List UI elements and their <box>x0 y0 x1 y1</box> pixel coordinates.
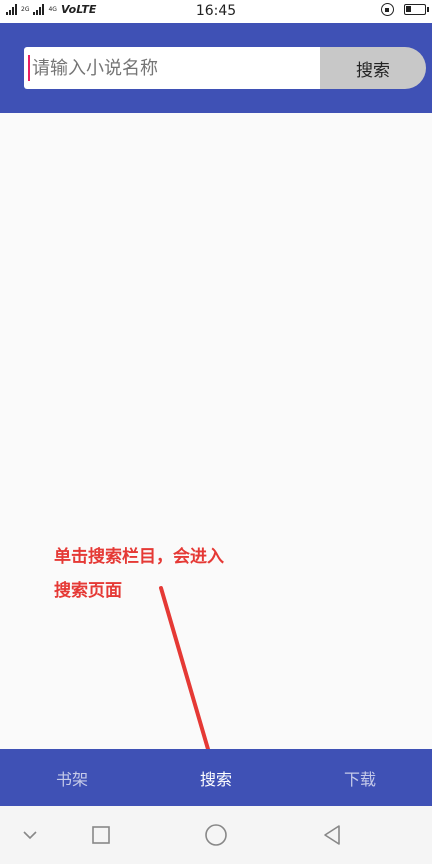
system-nav-bar <box>0 806 432 864</box>
annotation-text: 单击搜索栏目，会进入 搜索页面 <box>54 540 274 608</box>
search-input[interactable] <box>24 47 324 89</box>
recent-apps-button[interactable] <box>71 806 131 864</box>
battery-icon <box>404 4 429 15</box>
search-button[interactable]: 搜索 <box>320 47 426 89</box>
nav-item-download[interactable]: 下载 <box>288 749 432 806</box>
annotation-line-2: 搜索页面 <box>54 581 122 601</box>
home-button[interactable] <box>186 806 246 864</box>
status-time: 16:45 <box>195 3 237 19</box>
search-header: 搜索 <box>0 23 432 113</box>
back-button[interactable] <box>302 806 362 864</box>
bottom-nav: 书架 搜索 下载 <box>0 749 432 806</box>
nav-item-search[interactable]: 搜索 <box>144 749 288 806</box>
annotation-line-1: 单击搜索栏目，会进入 <box>54 547 224 567</box>
content-area <box>0 113 432 749</box>
status-right <box>381 3 429 16</box>
status-bar: 2G 4G VoLTE 16:45 <box>0 0 432 23</box>
text-caret <box>28 55 30 81</box>
rotation-lock-icon <box>381 3 394 16</box>
chevron-down-icon[interactable] <box>0 806 60 864</box>
nav-item-bookshelf[interactable]: 书架 <box>0 749 144 806</box>
